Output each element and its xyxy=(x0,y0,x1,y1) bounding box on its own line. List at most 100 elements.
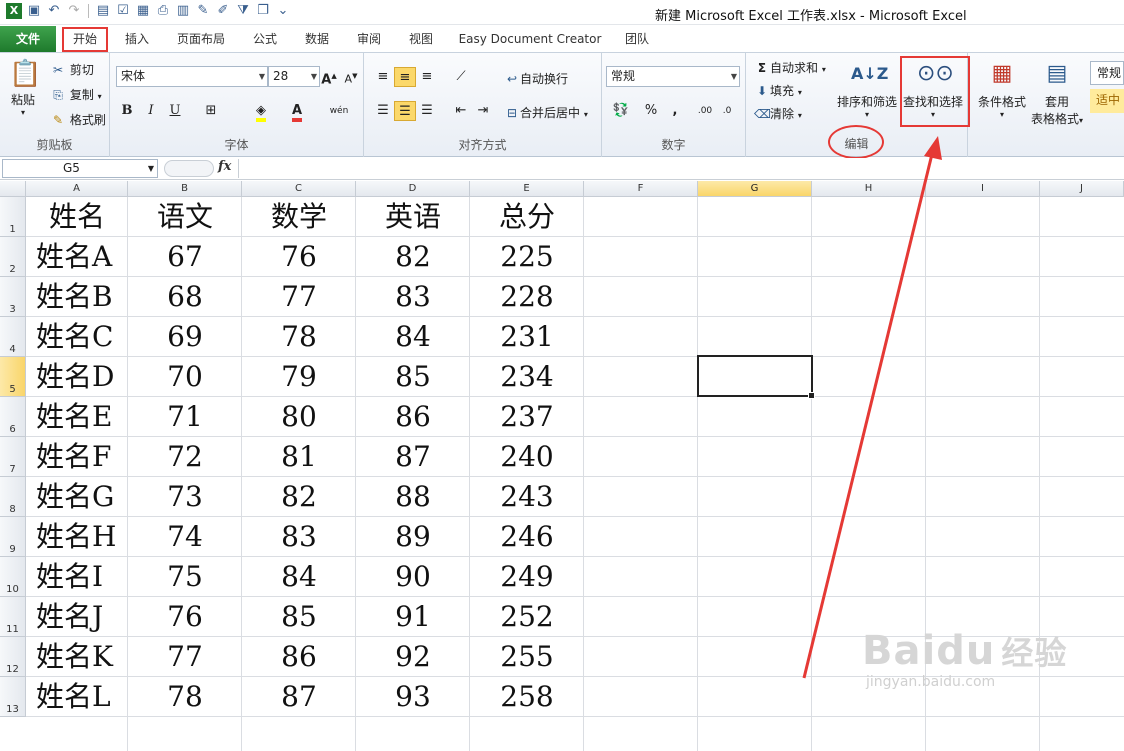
row-header-11[interactable]: 11 xyxy=(0,597,26,637)
decrease-indent-button[interactable]: ⇤ xyxy=(450,101,472,121)
row-header-7[interactable]: 7 xyxy=(0,437,26,477)
wrap-text-button[interactable]: ↩ 自动换行 xyxy=(504,70,568,87)
name-box[interactable]: G5 ▼ xyxy=(2,159,158,178)
score-cell[interactable]: 231 xyxy=(470,317,584,357)
name-cell[interactable]: 姓名E xyxy=(26,397,128,437)
name-cell[interactable]: 姓名J xyxy=(26,597,128,637)
score-cell[interactable]: 77 xyxy=(128,637,242,677)
style-neutral-swatch[interactable]: 适中 xyxy=(1090,89,1124,113)
filter-icon[interactable]: ⧩ xyxy=(235,3,251,19)
score-cell[interactable]: 249 xyxy=(470,557,584,597)
column-header-e[interactable]: E xyxy=(470,181,584,197)
underline-button[interactable]: U xyxy=(164,101,186,121)
sort-filter-button[interactable]: A↓Z 排序和筛选 ▾ xyxy=(834,59,900,119)
score-cell[interactable]: 74 xyxy=(128,517,242,557)
increase-indent-button[interactable]: ⇥ xyxy=(472,101,494,121)
active-cell-g5[interactable] xyxy=(697,355,815,399)
score-cell[interactable]: 89 xyxy=(356,517,470,557)
font-name-select[interactable]: 宋体 ▼ xyxy=(116,66,268,87)
column-header-c[interactable]: C xyxy=(242,181,356,197)
score-cell[interactable]: 81 xyxy=(242,437,356,477)
grow-font-button[interactable]: A▲ xyxy=(318,66,340,87)
row-header-12[interactable]: 12 xyxy=(0,637,26,677)
form-icon[interactable]: ▤ xyxy=(95,3,111,19)
folder-icon[interactable]: ❐ xyxy=(255,3,271,19)
score-cell[interactable]: 88 xyxy=(356,477,470,517)
score-cell[interactable]: 237 xyxy=(470,397,584,437)
tab-easy-document-creator[interactable]: Easy Document Creator xyxy=(452,27,608,52)
score-cell[interactable]: 246 xyxy=(470,517,584,557)
name-cell[interactable]: 姓名B xyxy=(26,277,128,317)
redo-icon[interactable]: ↷ xyxy=(66,3,82,19)
header-cell[interactable]: 英语 xyxy=(356,197,470,237)
row-header-3[interactable]: 3 xyxy=(0,277,26,317)
score-cell[interactable]: 87 xyxy=(242,677,356,717)
score-cell[interactable]: 85 xyxy=(356,357,470,397)
score-cell[interactable]: 228 xyxy=(470,277,584,317)
formula-input[interactable] xyxy=(238,159,1124,178)
shrink-font-button[interactable]: A▼ xyxy=(340,66,362,86)
score-cell[interactable]: 72 xyxy=(128,437,242,477)
name-cell[interactable]: 姓名H xyxy=(26,517,128,557)
decrease-decimal-button[interactable]: .0 xyxy=(716,101,738,121)
autosum-button[interactable]: Σ 自动求和 ▾ xyxy=(754,59,826,76)
accounting-format-button[interactable]: 💱 xyxy=(606,101,636,121)
score-cell[interactable]: 85 xyxy=(242,597,356,637)
score-cell[interactable]: 255 xyxy=(470,637,584,677)
orientation-button[interactable]: ⟋ xyxy=(450,67,472,87)
conditional-formatting-button[interactable]: ▦ 条件格式 ▾ xyxy=(972,59,1032,119)
score-cell[interactable]: 240 xyxy=(470,437,584,477)
score-cell[interactable]: 76 xyxy=(242,237,356,277)
print-preview-icon[interactable]: ⎙ xyxy=(155,3,171,19)
name-cell[interactable]: 姓名G xyxy=(26,477,128,517)
header-cell[interactable]: 姓名 xyxy=(26,197,128,237)
select-all-corner[interactable] xyxy=(0,181,26,197)
score-cell[interactable]: 82 xyxy=(356,237,470,277)
increase-decimal-button[interactable]: .00 xyxy=(694,101,716,121)
font-color-button[interactable]: A xyxy=(286,101,308,122)
undo-icon[interactable]: ↶ xyxy=(46,3,62,19)
score-cell[interactable]: 69 xyxy=(128,317,242,357)
name-cell[interactable]: 姓名D xyxy=(26,357,128,397)
clear-button[interactable]: ⌫清除 ▾ xyxy=(754,105,802,122)
customize-icon[interactable]: ⌄ xyxy=(275,3,291,19)
score-cell[interactable]: 78 xyxy=(128,677,242,717)
row-header-10[interactable]: 10 xyxy=(0,557,26,597)
tab-home[interactable]: 开始 xyxy=(62,27,108,52)
column-header-j[interactable]: J xyxy=(1040,181,1124,197)
column-header-g[interactable]: G xyxy=(698,181,812,197)
table-icon[interactable]: ▦ xyxy=(135,3,151,19)
tab-file[interactable]: 文件 xyxy=(0,26,56,52)
score-cell[interactable]: 91 xyxy=(356,597,470,637)
score-cell[interactable]: 80 xyxy=(242,397,356,437)
header-cell[interactable]: 数学 xyxy=(242,197,356,237)
align-center-button[interactable]: ☰ xyxy=(394,101,416,121)
score-cell[interactable]: 92 xyxy=(356,637,470,677)
save-icon[interactable]: ▣ xyxy=(26,3,42,19)
copy-button[interactable]: ⎘ 复制 ▾ xyxy=(50,86,102,103)
layout-icon[interactable]: ▥ xyxy=(175,3,191,19)
score-cell[interactable]: 68 xyxy=(128,277,242,317)
score-cell[interactable]: 82 xyxy=(242,477,356,517)
score-cell[interactable]: 75 xyxy=(128,557,242,597)
phonetic-button[interactable]: wén xyxy=(324,101,354,121)
score-cell[interactable]: 71 xyxy=(128,397,242,437)
score-cell[interactable]: 225 xyxy=(470,237,584,277)
score-cell[interactable]: 258 xyxy=(470,677,584,717)
score-cell[interactable]: 86 xyxy=(356,397,470,437)
column-header-a[interactable]: A xyxy=(26,181,128,197)
column-header-i[interactable]: I xyxy=(926,181,1040,197)
row-header-8[interactable]: 8 xyxy=(0,477,26,517)
formula-bar-expander[interactable] xyxy=(164,160,214,177)
percent-button[interactable]: % xyxy=(640,101,662,121)
score-cell[interactable]: 76 xyxy=(128,597,242,637)
score-cell[interactable]: 252 xyxy=(470,597,584,637)
name-cell[interactable]: 姓名A xyxy=(26,237,128,277)
score-cell[interactable]: 73 xyxy=(128,477,242,517)
score-cell[interactable]: 243 xyxy=(470,477,584,517)
border-button[interactable]: ⊞ xyxy=(200,101,222,121)
align-left-button[interactable]: ☰ xyxy=(372,101,394,121)
name-cell[interactable]: 姓名I xyxy=(26,557,128,597)
insert-function-button[interactable]: fx xyxy=(218,159,231,174)
name-cell[interactable]: 姓名F xyxy=(26,437,128,477)
